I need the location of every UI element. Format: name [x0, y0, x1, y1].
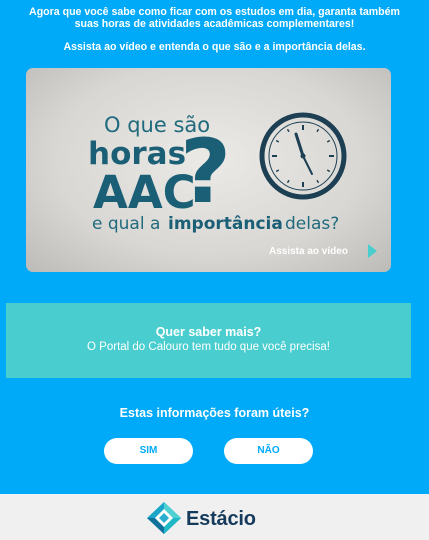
video-text-importancia-word: importância [168, 214, 283, 234]
intro-line-2: suas horas de atividades acadêmicas comp… [74, 18, 355, 30]
no-button[interactable]: NÃO [224, 438, 313, 464]
video-text-delas: delas? [285, 214, 339, 234]
intro-line-1: Agora que você sabe como ficar com os es… [29, 6, 400, 18]
intro-text: Agora que você sabe como ficar com os es… [14, 6, 415, 30]
clock-icon [259, 112, 347, 200]
banner-subtitle: O Portal do Calouro tem tudo que você pr… [87, 341, 330, 353]
play-icon [368, 244, 377, 258]
estacio-logo-icon [147, 502, 181, 534]
yes-button[interactable]: SIM [104, 438, 193, 464]
estacio-logo-text: Estácio [186, 508, 256, 530]
feedback-question: Estas informações foram úteis? [119, 406, 310, 420]
portal-calouro-banner[interactable]: Quer saber mais? O Portal do Calouro tem… [6, 303, 411, 378]
email-body: Agora que você sabe como ficar com os es… [0, 0, 429, 494]
video-cta-label: Assista ao vídeo [269, 246, 348, 257]
video-artwork: O que são horas AAC ? e qual a importânc… [88, 112, 377, 258]
banner-title: Quer saber mais? [155, 325, 262, 339]
video-text-importancia: e qual a importância delas? [92, 214, 339, 234]
video-thumbnail[interactable]: O que são horas AAC ? e qual a importânc… [26, 68, 391, 272]
video-question-mark: ? [180, 120, 231, 223]
intro-video-text: Assista ao vídeo e entenda o que são e a… [63, 41, 366, 53]
video-text-e-qual-a: e qual a [92, 214, 160, 234]
